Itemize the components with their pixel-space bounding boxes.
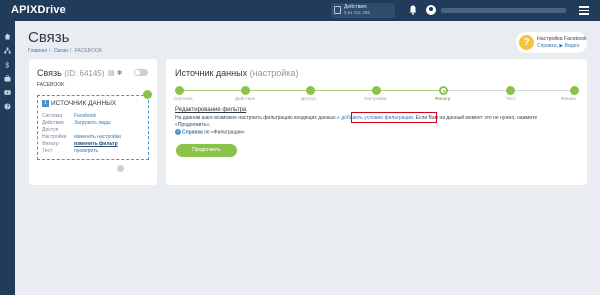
page-title: Связь [28,29,70,46]
help-icon[interactable]: ? [4,103,11,110]
step-label-filter[interactable]: Фильтр [435,96,450,101]
step-label-access[interactable]: Доступ [301,96,316,101]
step-finish-check-icon[interactable] [570,86,579,95]
source-settings-panel: Источник данных (настройка) Система Дейс… [166,59,587,185]
breadcrumb-current: FACEBOOK [74,48,103,54]
step-settings-check-icon[interactable] [372,86,381,95]
filtering-help-link[interactable]: «Фильтрации» [211,129,245,135]
filter-help-line: ? Справка по «Фильтрации» [175,129,245,136]
source-block-title: 1 ИСТОЧНИК ДАННЫХ [42,100,116,107]
continue-button[interactable]: Продолжить [176,144,237,157]
top-bar: APIXDrive Действия: 0 из 101 296 [0,0,600,21]
help-widget-title: Настройка Facebook [537,36,587,42]
connection-title: Связь (ID: 64145) [37,68,105,78]
dollar-icon[interactable]: $ [4,61,11,68]
filter-description-continued: «Продолжить». [175,122,211,128]
connections-icon[interactable] [4,47,11,54]
step-system-check-icon[interactable] [175,86,184,95]
help-widget-links[interactable]: Справка, ▶ Видео [537,43,579,49]
svg-text:$: $ [5,62,9,68]
step-label-system[interactable]: Система [174,96,193,101]
source-block[interactable]: 1 ИСТОЧНИК ДАННЫХ Система Facebook Действи… [37,95,149,160]
bell-icon[interactable] [409,5,417,15]
highlight-box [351,112,437,123]
hamburger-menu-icon[interactable] [579,6,589,17]
step-label-action[interactable]: Действие [235,96,255,101]
step-label-finish[interactable]: Финиш [561,96,576,101]
step-label-settings[interactable]: Настройки [364,96,387,101]
edit-settings-link[interactable]: изменить настройки [74,134,121,140]
help-widget[interactable]: ? Настройка Facebook Справка, ▶ Видео [516,32,587,53]
step-access-check-icon[interactable] [306,86,315,95]
connection-subtitle: FACEBOOK [37,82,65,88]
user-email[interactable] [441,8,566,13]
panel-title: Источник данных (настройка) [175,68,299,78]
question-circle-icon: ? [175,129,181,135]
connection-toggle[interactable] [134,69,148,76]
briefcase-icon[interactable] [4,75,11,82]
actions-counter[interactable]: Действия: 0 из 101 296 [331,3,395,18]
step-label-test[interactable]: Тест [506,96,516,101]
apix-drive-logo[interactable]: APIXDrive [11,4,66,16]
left-sidebar: $ ? [0,21,15,295]
add-step-icon[interactable] [117,165,124,172]
source-number-badge: 1 [42,100,49,107]
edit-filter-link[interactable]: изменить фильтр [74,141,118,147]
system-value-link[interactable]: Facebook [74,113,96,119]
help-link[interactable]: Справка [182,129,203,135]
gear-icon[interactable]: ✱ [117,70,123,77]
step-action-check-icon[interactable] [241,86,250,95]
action-value-link[interactable]: Загрузить лиды [74,120,110,126]
svg-text:?: ? [6,104,9,110]
user-avatar-icon[interactable] [426,5,436,15]
step-filter-current-icon[interactable] [439,86,448,95]
connection-card: Связь (ID: 64145) ▤ ✱ FACEBOOK 1 ИСТОЧНИК… [29,59,157,185]
document-icon [334,6,341,14]
copy-icon[interactable]: ▤ [108,70,115,77]
youtube-icon[interactable] [4,89,11,96]
question-icon: ? [519,35,534,50]
breadcrumb: Главная / Связи / FACEBOOK [28,48,103,54]
breadcrumb-connections[interactable]: Связи [54,48,68,54]
breadcrumb-home[interactable]: Главная [28,48,47,54]
checkmark-icon [143,90,152,99]
filter-edit-heading: Редактирование фильтра [175,107,247,113]
filter-description: На данном шаге возможно настроить фильтр… [175,112,537,123]
home-icon[interactable] [4,33,11,40]
actions-counter-value: 0 из 101 296 [344,10,370,15]
step-test-check-icon[interactable] [506,86,515,95]
test-link[interactable]: проверить [74,148,98,154]
